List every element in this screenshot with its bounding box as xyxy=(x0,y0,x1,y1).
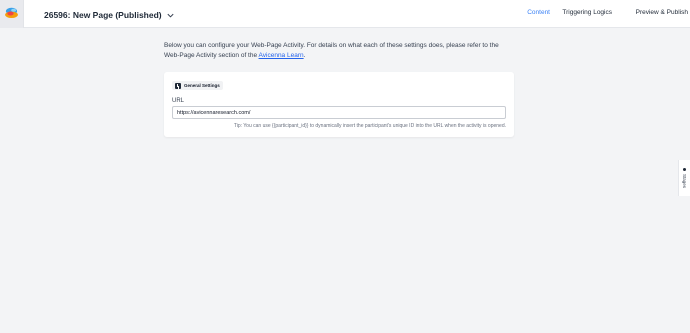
url-label: URL xyxy=(172,98,185,104)
nav-content[interactable]: Content xyxy=(527,9,550,16)
url-input[interactable] xyxy=(172,106,506,119)
intro-text-end: . xyxy=(303,51,306,59)
general-settings-tab[interactable]: General Settings xyxy=(172,81,223,90)
chevron-down-icon xyxy=(167,13,174,18)
stages-label: Stages xyxy=(682,174,687,189)
section-label: General Settings xyxy=(184,83,220,88)
url-tip: Tip: You can use {{participant_id}} to d… xyxy=(233,123,506,129)
page-title: 26596: New Page (Published) xyxy=(44,10,162,20)
settings-icon xyxy=(175,82,181,89)
nav-triggering-logics[interactable]: Triggering Logics xyxy=(562,9,612,16)
avicenna-logo-icon xyxy=(5,7,18,18)
intro-text: Below you can configure your Web-Page Ac… xyxy=(164,41,514,60)
top-bar: 26596: New Page (Published) Content Trig… xyxy=(0,0,690,28)
dot-icon xyxy=(683,168,686,171)
stages-side-tab[interactable]: Stages xyxy=(678,160,690,196)
intro-text-body: Below you can configure your Web-Page Ac… xyxy=(164,42,499,59)
general-settings-card: General Settings URL Tip: You can use {{… xyxy=(164,72,514,137)
logo-container[interactable] xyxy=(0,0,24,28)
nav-preview-publish[interactable]: Preview & Publish xyxy=(636,9,688,16)
avicenna-learn-link[interactable]: Avicenna Learn xyxy=(259,52,304,59)
page-title-dropdown[interactable]: 26596: New Page (Published) xyxy=(44,8,175,22)
intro-container: Below you can configure your Web-Page Ac… xyxy=(164,41,514,60)
